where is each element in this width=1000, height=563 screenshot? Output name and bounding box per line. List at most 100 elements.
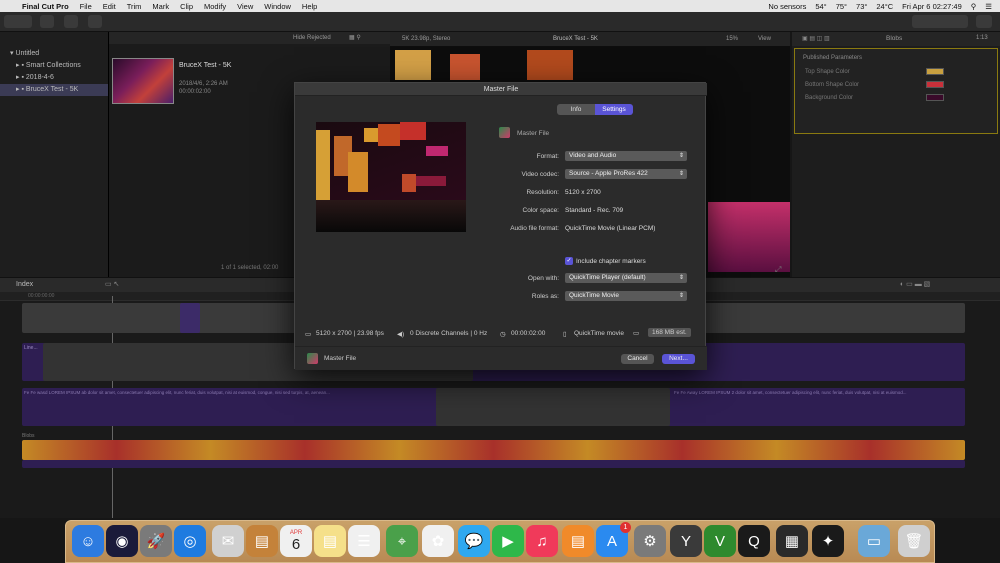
clip-thumbnail[interactable]	[112, 58, 174, 104]
siri-icon[interactable]: ◉	[106, 525, 138, 557]
maps-icon[interactable]: ⌖	[386, 525, 418, 557]
dock: ☺ ◉ 🚀 ◎ ✉ ▤ APR 6 ▤ ☰ ⌖ ✿ 💬 ▶ ♫ ▤ A 1 ⚙ Y V Q ▦ ✦ ▭ 🗑	[65, 520, 935, 563]
workspace-toggle-group[interactable]	[912, 15, 968, 28]
library-item-event[interactable]: ▸ ▪ 2018-4-6	[0, 72, 108, 84]
generator-clip-blobs[interactable]	[22, 440, 965, 460]
tab-settings[interactable]: Settings	[595, 104, 633, 115]
menu-app-name[interactable]: Final Cut Pro	[22, 2, 69, 11]
inspector-tab-icons[interactable]: ▣ ▤ ◫ ▥	[802, 35, 830, 42]
temperature-2[interactable]: 75°	[836, 2, 847, 11]
index-button[interactable]: Index	[16, 281, 33, 288]
photos-icon[interactable]: ✿	[422, 525, 454, 557]
timeline-controls-icons[interactable]: ◐ ▭ ▬ ▧	[900, 280, 930, 288]
final-cut-pro-icon[interactable]: ✦	[812, 525, 844, 557]
zoom-popup[interactable]: 15%	[726, 32, 738, 46]
background-tasks-button[interactable]	[88, 15, 102, 28]
fullscreen-icon[interactable]: ⤢	[775, 265, 781, 275]
project-icon: ▸ ▪	[16, 86, 26, 93]
toolbar	[0, 12, 1000, 32]
temperature-1[interactable]: 54°	[815, 2, 826, 11]
resolution-value: 5120 x 2700	[565, 189, 601, 196]
music-icon[interactable]: ♫	[526, 525, 558, 557]
clip-appearance-icon[interactable]: ▦ ⚲	[349, 32, 361, 44]
contacts-icon[interactable]: ▤	[246, 525, 278, 557]
video-codec-popup[interactable]: Source - Apple ProRes 422 ⇕	[565, 169, 687, 179]
menu-file[interactable]: File	[80, 2, 92, 11]
color-well-background[interactable]	[926, 94, 944, 101]
facetime-icon[interactable]: ▶	[492, 525, 524, 557]
weather-status[interactable]: 24°C	[876, 2, 893, 11]
menu-view[interactable]: View	[237, 2, 253, 11]
qq-icon[interactable]: Q	[738, 525, 770, 557]
menu-window[interactable]: Window	[264, 2, 291, 11]
menu-trim[interactable]: Trim	[127, 2, 142, 11]
system-preferences-icon[interactable]: ⚙	[634, 525, 666, 557]
vibrant-icon[interactable]: V	[704, 525, 736, 557]
file-type-info: QuickTime movie	[574, 330, 624, 337]
filter-popup[interactable]: Hide Rejected	[293, 32, 331, 44]
messages-icon[interactable]: 💬	[458, 525, 490, 557]
share-button[interactable]	[976, 15, 992, 28]
tab-info[interactable]: Info	[557, 104, 595, 115]
library-item-untitled[interactable]: ▾ Untitled	[0, 48, 108, 60]
video-codec-value: Source - Apple ProRes 422	[569, 170, 648, 177]
inspector-pane: ▣ ▤ ◫ ▥ Blobs 1:13 Published Parameters …	[792, 32, 1000, 277]
safari-icon[interactable]: ◎	[174, 525, 206, 557]
library-item-smart-collections[interactable]: ▸ ▪ Smart Collections	[0, 60, 108, 72]
clock[interactable]: Fri Apr 6 02:27:49	[902, 2, 962, 11]
tool-select-icon[interactable]: ▭ ↖	[105, 280, 119, 288]
format-value: Video and Audio	[569, 152, 617, 159]
sensors-status[interactable]: No sensors	[768, 2, 806, 11]
import-button[interactable]	[40, 15, 54, 28]
reminders-icon[interactable]: ☰	[348, 525, 380, 557]
next-button[interactable]: Next...	[662, 354, 695, 364]
finder-icon[interactable]: ☺	[72, 525, 104, 557]
roles-as-label: Roles as:	[531, 293, 559, 300]
launchpad-icon[interactable]: 🚀	[140, 525, 172, 557]
library-item-project[interactable]: ▸ ▪ BruceX Test - 5K	[0, 84, 108, 96]
view-popup[interactable]: View	[758, 32, 771, 46]
preview-block	[378, 124, 400, 146]
app-store-badge: 1	[620, 522, 631, 533]
menu-bar: Final Cut Pro File Edit Trim Mark Clip M…	[0, 0, 1000, 12]
generator-clip-bar[interactable]	[22, 460, 965, 468]
open-with-popup[interactable]: QuickTime Player (default) ⇕	[565, 273, 687, 283]
color-well-top[interactable]	[926, 68, 944, 75]
video-track-marker[interactable]	[180, 303, 200, 333]
trash-icon[interactable]: 🗑	[898, 525, 930, 557]
menu-clip[interactable]: Clip	[180, 2, 193, 11]
library-item-label: Untitled	[15, 50, 40, 57]
inspector-timecode: 1:13	[976, 35, 988, 41]
param-top-shape-color: Top Shape Color	[805, 69, 850, 75]
lorem-text-2: Fe Fe Away LOREM IPSUM 2 dolor sit amet,…	[674, 390, 907, 395]
preview-block	[402, 174, 416, 192]
preset-name: Master File	[517, 130, 550, 137]
cancel-button[interactable]: Cancel	[621, 354, 654, 364]
books-icon[interactable]: ▤	[562, 525, 594, 557]
keyword-button[interactable]	[64, 15, 78, 28]
menu-mark[interactable]: Mark	[152, 2, 169, 11]
format-popup[interactable]: Video and Audio ⇕	[565, 151, 687, 161]
chapter-markers-checkbox[interactable]: ✓	[565, 257, 573, 265]
spotlight-icon[interactable]: ⚲	[971, 2, 977, 11]
calendar-icon[interactable]: APR 6	[280, 525, 312, 557]
viewer-header: 5K 23.98p, Stereo BruceX Test - 5K 15% V…	[390, 32, 790, 46]
menu-modify[interactable]: Modify	[204, 2, 226, 11]
temperature-3[interactable]: 73°	[856, 2, 867, 11]
roles-as-popup[interactable]: QuickTime Movie ⇕	[565, 291, 687, 301]
activity-monitor-icon[interactable]: ▦	[776, 525, 808, 557]
library-toggle-button[interactable]	[4, 15, 32, 28]
viewer-title: BruceX Test - 5K	[553, 36, 598, 42]
mail-icon[interactable]: ✉	[212, 525, 244, 557]
title-track-gap[interactable]	[436, 388, 670, 426]
color-well-bottom[interactable]	[926, 81, 944, 88]
final-cut-icon-2[interactable]: Y	[670, 525, 702, 557]
library-item-label: Smart Collections	[25, 62, 81, 69]
notes-icon[interactable]: ▤	[314, 525, 346, 557]
lorem-text-1: Fe Fe wasd LOREM IPSUM ab dolor sit amet…	[24, 390, 330, 395]
menu-edit[interactable]: Edit	[103, 2, 116, 11]
menu-help[interactable]: Help	[302, 2, 317, 11]
app-store-icon[interactable]: A1	[596, 522, 631, 557]
notification-center-icon[interactable]: ☰	[985, 2, 992, 11]
downloads-folder-icon[interactable]: ▭	[858, 525, 890, 557]
